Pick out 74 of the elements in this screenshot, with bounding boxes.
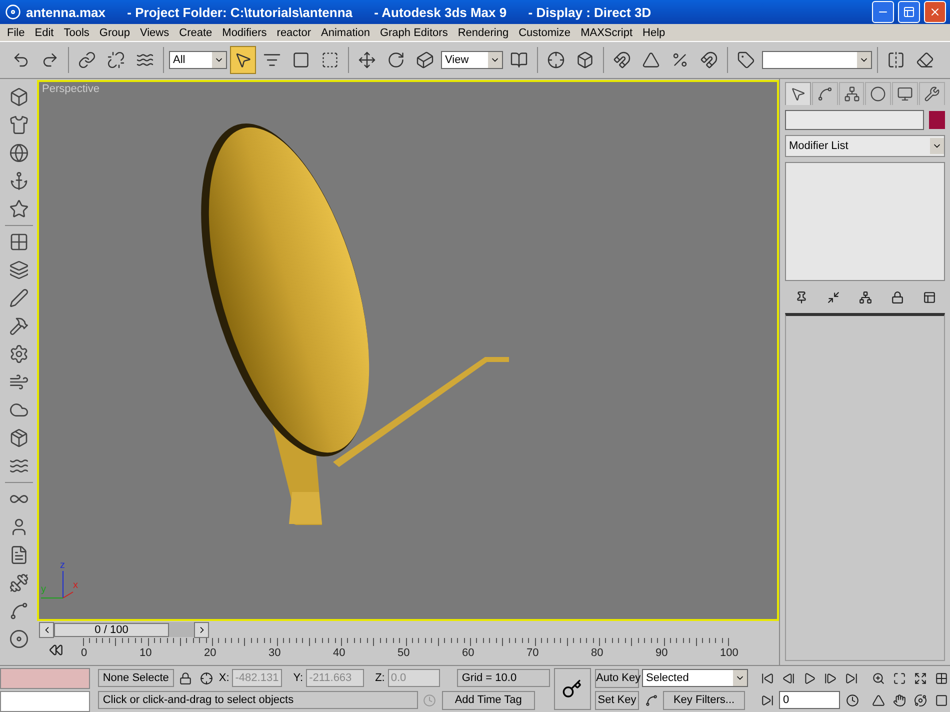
display-tab[interactable] [892, 82, 918, 105]
object-color-swatch[interactable] [929, 111, 945, 129]
menu-item[interactable]: Animation [316, 26, 375, 38]
set-keys-button[interactable] [554, 668, 591, 710]
grid-status: Grid = 10.0 [456, 669, 550, 687]
menu-item[interactable]: Help [638, 26, 670, 38]
frame-number: 80 [591, 647, 604, 659]
script-listener-field[interactable] [0, 691, 90, 712]
menu-item[interactable]: File [2, 26, 30, 38]
add-time-tag-button[interactable]: Add Time Tag [442, 690, 535, 710]
selection-status: None Selecte [98, 669, 174, 687]
close-button[interactable] [924, 1, 946, 23]
menu-item[interactable]: Views [134, 26, 174, 38]
app-icon [4, 3, 22, 21]
restore-button[interactable] [898, 1, 920, 23]
frame-number: 0 [81, 647, 88, 659]
frame-number: 70 [526, 647, 539, 659]
modify-tab[interactable] [812, 82, 838, 105]
scroll-left-button[interactable] [39, 622, 54, 638]
menu-item[interactable]: Tools [58, 26, 94, 38]
key-mode-dropdown[interactable]: Selected [642, 669, 748, 687]
reference-coordinate-dropdown[interactable]: View [441, 51, 503, 69]
restore-icon [903, 6, 915, 18]
hierarchy-tab[interactable] [838, 82, 864, 105]
time-slider-track[interactable]: 0 / 100 [54, 622, 194, 637]
z-label: Z: [375, 672, 385, 684]
menu-item[interactable]: Modifiers [217, 26, 272, 38]
frame-number: 40 [333, 647, 346, 659]
viewport-label: Perspective [42, 83, 100, 95]
frame-number: 30 [268, 647, 281, 659]
script-listener-field[interactable] [0, 668, 90, 689]
axis-label: y [41, 584, 46, 595]
auto-key-button[interactable]: Auto Key [595, 668, 639, 688]
motion-tab[interactable] [865, 82, 892, 105]
hierarchy-icon [844, 86, 860, 102]
frame-number: 50 [398, 647, 410, 659]
x-label: X: [218, 672, 230, 684]
time-slider-thumb[interactable]: 0 / 100 [54, 622, 169, 636]
axis-label: z [60, 560, 65, 571]
window-title: antenna.max - Project Folder: C:\tutorials\antenna - Autodesk 3ds Max 9 - Display : Direct 3D [26, 4, 652, 20]
key-filters-button[interactable]: Key Filters... [663, 690, 745, 710]
display-icon [897, 86, 914, 102]
name-field[interactable] [785, 110, 924, 130]
menu-item[interactable]: Rendering [452, 26, 514, 38]
menu-item[interactable]: Create [174, 26, 218, 38]
create-tab[interactable] [785, 82, 811, 105]
frame-number: 10 [140, 647, 152, 659]
selection-filter-dropdown[interactable]: All [169, 51, 227, 69]
modify-icon [816, 86, 833, 102]
menu-item[interactable]: Graph Editors [374, 26, 453, 38]
menu-item[interactable]: Customize [514, 26, 576, 38]
menu-item[interactable]: Group [94, 26, 135, 38]
motion-icon [870, 86, 886, 102]
menu-item[interactable]: Edit [30, 26, 59, 38]
frame-number: 20 [204, 647, 216, 659]
utilities-tab[interactable] [919, 82, 945, 105]
menu-item[interactable]: MAXScript [576, 26, 638, 38]
modifier-list-dropdown[interactable]: Modifier List [785, 135, 945, 157]
set-key-button[interactable]: Set Key [595, 690, 639, 710]
axis-label: x [73, 580, 78, 591]
key-icon [562, 679, 582, 699]
close-icon [929, 6, 941, 18]
frame-number: 100 [720, 647, 738, 659]
minimize-button[interactable] [872, 1, 894, 23]
utilities-icon [924, 86, 940, 102]
menu-item[interactable]: reactor [272, 26, 316, 38]
frame-number: 60 [462, 647, 474, 659]
y-label: Y: [293, 672, 304, 684]
create-icon [790, 86, 806, 102]
frame-number: 90 [656, 647, 668, 659]
named-selection-dropdown[interactable] [762, 51, 872, 69]
scroll-right-button[interactable] [194, 622, 209, 638]
current-frame-field[interactable]: 0 [779, 691, 840, 709]
modifier-stack[interactable] [785, 162, 945, 281]
